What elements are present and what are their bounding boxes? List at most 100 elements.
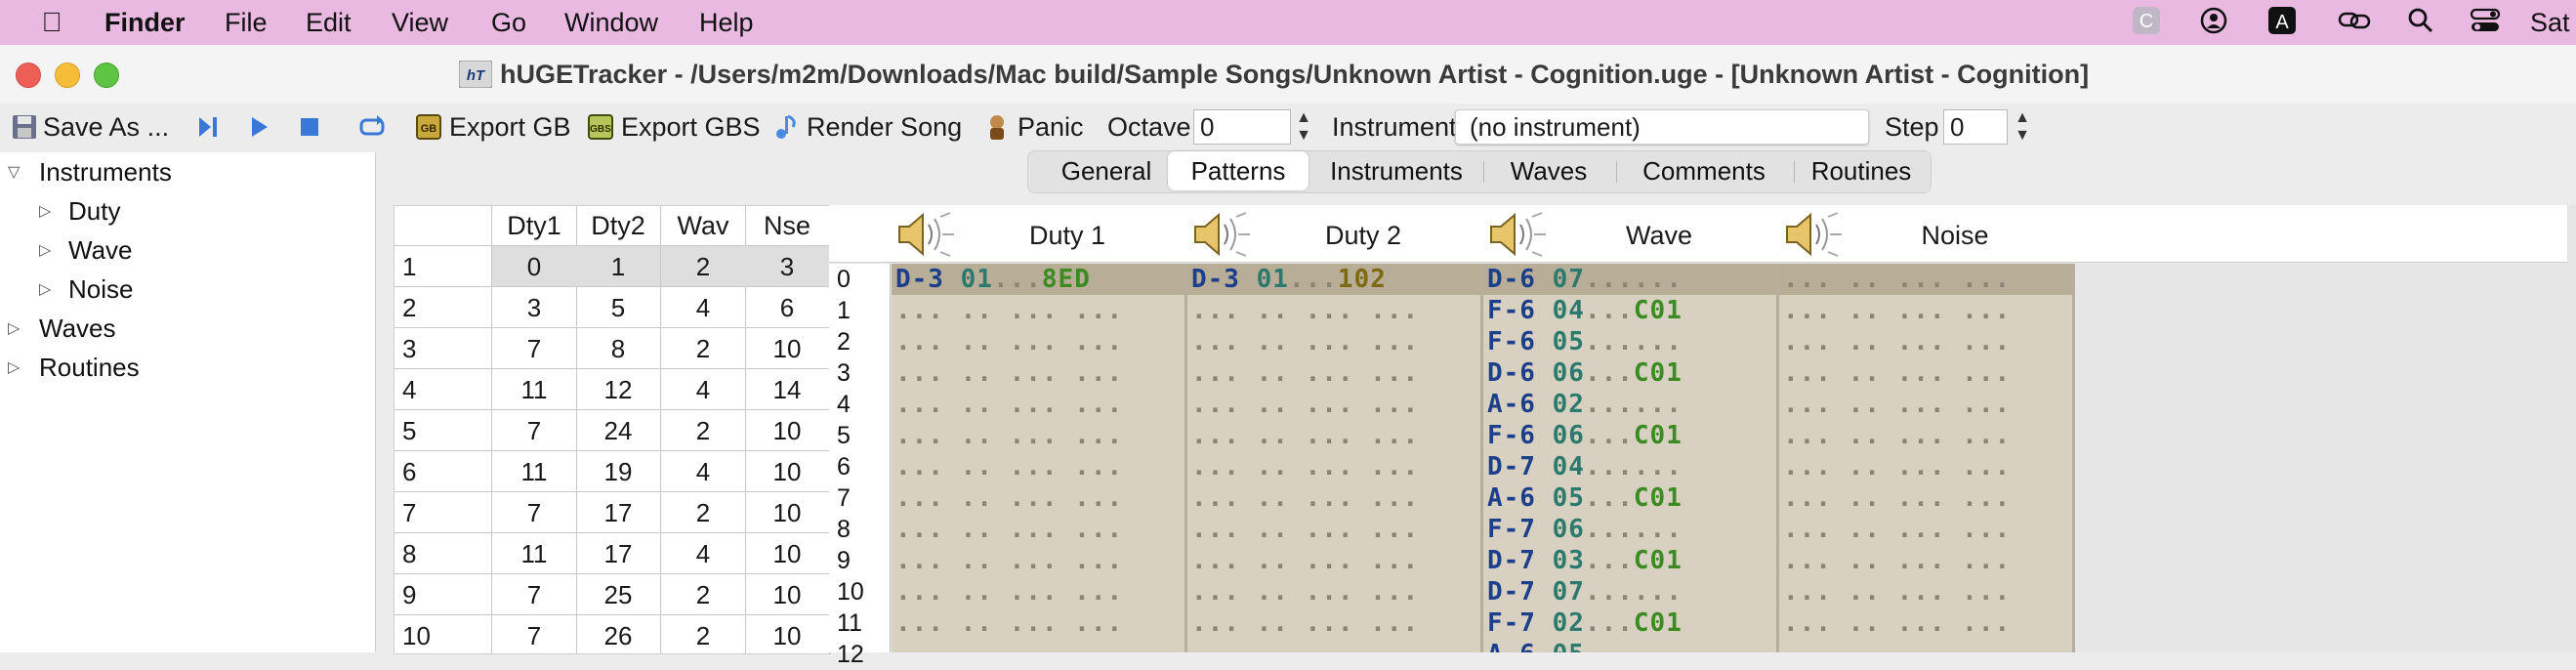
volume-cell[interactable]: ...: [1289, 265, 1338, 294]
stop-icon[interactable]: [295, 112, 324, 142]
collapsed-triangle-icon[interactable]: ▷: [8, 318, 20, 338]
speaker-mute-icon[interactable]: [893, 209, 956, 260]
empty-cell[interactable]: ... .. ... ...: [1191, 327, 1419, 356]
c-app-icon[interactable]: C: [2130, 6, 2163, 39]
collapsed-triangle-icon[interactable]: ▷: [39, 201, 51, 221]
pattern-row[interactable]: F-6 06...C01: [1483, 420, 1776, 451]
volume-cell[interactable]: ...: [1585, 390, 1634, 419]
volume-cell[interactable]: ...: [1585, 608, 1634, 638]
pattern-row[interactable]: D-3 01...102: [1187, 264, 1480, 295]
speaker-mute-icon[interactable]: [1485, 209, 1548, 260]
pattern-row[interactable]: ... .. ... ...: [892, 514, 1184, 545]
volume-cell[interactable]: ...: [993, 265, 1042, 294]
pattern-row[interactable]: ... .. ... ...: [1779, 545, 2072, 576]
volume-cell[interactable]: ...: [1585, 296, 1634, 325]
pattern-row[interactable]: ... .. ... ...: [892, 326, 1184, 357]
pattern-row[interactable]: D-6 06...C01: [1483, 357, 1776, 389]
pattern-row[interactable]: ... .. ... ...: [1779, 264, 2072, 295]
order-cell[interactable]: 0: [492, 246, 577, 287]
order-cell[interactable]: 17: [576, 492, 661, 533]
effect-cell[interactable]: C01: [1634, 483, 1683, 513]
volume-cell[interactable]: ...: [1585, 483, 1634, 513]
order-cell[interactable]: 10: [745, 410, 830, 451]
empty-cell[interactable]: ... .. ... ...: [895, 640, 1123, 652]
pattern-row[interactable]: ... .. ... ...: [892, 451, 1184, 482]
channel-label-noise[interactable]: Noise: [1838, 205, 2072, 262]
empty-cell[interactable]: ... .. ... ...: [1191, 452, 1419, 482]
tree-noise[interactable]: Noise: [68, 273, 133, 305]
empty-cell[interactable]: ... .. ... ...: [895, 296, 1123, 325]
order-cell[interactable]: 24: [576, 410, 661, 451]
pattern-row[interactable]: ... .. ... ...: [1779, 514, 2072, 545]
order-cell[interactable]: 2: [661, 615, 746, 653]
effect-cell[interactable]: C01: [1634, 296, 1683, 325]
note-cell[interactable]: A-6: [1487, 483, 1536, 513]
tree-duty[interactable]: Duty: [68, 195, 120, 227]
empty-cell[interactable]: ... .. ... ...: [1783, 483, 2011, 513]
pattern-row[interactable]: ... .. ... ...: [1779, 326, 2072, 357]
control-center-icon[interactable]: [2469, 6, 2502, 39]
note-cell[interactable]: F-7: [1487, 608, 1536, 638]
pattern-row[interactable]: ... .. ... ...: [1779, 607, 2072, 639]
empty-cell[interactable]: ... .. ... ...: [1191, 390, 1419, 419]
order-cell[interactable]: 10: [745, 615, 830, 653]
note-cell[interactable]: F-7: [1487, 515, 1536, 544]
play-icon[interactable]: [244, 112, 273, 142]
pattern-row[interactable]: ... .. ... ...: [1187, 514, 1480, 545]
order-cell[interactable]: 8: [576, 328, 661, 369]
order-cell[interactable]: 2: [661, 246, 746, 287]
close-window-button[interactable]: [16, 63, 41, 88]
effect-cell[interactable]: C01: [1634, 608, 1683, 638]
empty-cell[interactable]: ... .. ... ...: [1783, 296, 2011, 325]
empty-cell[interactable]: ... .. ... ...: [1191, 296, 1419, 325]
effect-cell[interactable]: ...: [1634, 327, 1683, 356]
order-cell[interactable]: 10: [745, 328, 830, 369]
empty-cell[interactable]: ... .. ... ...: [1783, 515, 2011, 544]
note-cell[interactable]: D-7: [1487, 452, 1536, 482]
channel-label-duty-2[interactable]: Duty 2: [1246, 205, 1480, 262]
effect-cell[interactable]: C01: [1634, 546, 1683, 575]
order-cell[interactable]: 3: [492, 287, 577, 328]
tab-comments[interactable]: Comments: [1620, 151, 1788, 190]
pattern-row[interactable]: ... .. ... ...: [1779, 295, 2072, 326]
channel-label-duty-1[interactable]: Duty 1: [950, 205, 1184, 262]
effect-cell[interactable]: 102: [1338, 265, 1387, 294]
pattern-row[interactable]: ... .. ... ...: [892, 420, 1184, 451]
instrument-cell[interactable]: 05: [1553, 483, 1585, 513]
pattern-row[interactable]: ... .. ... ...: [1187, 326, 1480, 357]
instrument-cell[interactable]: 05: [1553, 640, 1585, 652]
effect-cell[interactable]: C01: [1634, 421, 1683, 450]
pattern-row[interactable]: F-7 02...C01: [1483, 607, 1776, 639]
instrument-cell[interactable]: 07: [1553, 265, 1585, 294]
pattern-row[interactable]: A-6 02......: [1483, 389, 1776, 420]
tree-instruments[interactable]: Instruments: [39, 156, 172, 188]
pattern-row[interactable]: ... .. ... ...: [1187, 295, 1480, 326]
menu-view[interactable]: View: [392, 7, 448, 38]
empty-cell[interactable]: ... .. ... ...: [1191, 483, 1419, 513]
order-cell[interactable]: 10: [745, 574, 830, 615]
volume-cell[interactable]: ...: [1585, 546, 1634, 575]
instrument-cell[interactable]: 05: [1553, 327, 1585, 356]
menu-file[interactable]: File: [225, 7, 268, 38]
empty-cell[interactable]: ... .. ... ...: [1783, 577, 2011, 607]
link-icon[interactable]: [2338, 6, 2371, 39]
pattern-row[interactable]: ... .. ... ...: [1187, 545, 1480, 576]
empty-cell[interactable]: ... .. ... ...: [895, 608, 1123, 638]
pattern-row[interactable]: ... .. ... ...: [1187, 451, 1480, 482]
empty-cell[interactable]: ... .. ... ...: [1783, 421, 2011, 450]
export-gb-button[interactable]: Export GB: [449, 109, 571, 145]
order-cell[interactable]: 1: [576, 246, 661, 287]
volume-cell[interactable]: ...: [1585, 421, 1634, 450]
effect-cell[interactable]: 8ED: [1042, 265, 1091, 294]
collapsed-triangle-icon[interactable]: ▷: [8, 357, 20, 377]
search-icon[interactable]: [2404, 6, 2437, 39]
menu-help[interactable]: Help: [699, 7, 754, 38]
pattern-row[interactable]: ... .. ... ...: [892, 482, 1184, 514]
pattern-row[interactable]: F-6 05......: [1483, 326, 1776, 357]
empty-cell[interactable]: ... .. ... ...: [1191, 546, 1419, 575]
order-cell[interactable]: 3: [745, 246, 830, 287]
order-cell[interactable]: 4: [661, 533, 746, 574]
note-cell[interactable]: A-6: [1487, 640, 1536, 652]
step-input[interactable]: 0: [1943, 109, 2008, 145]
order-cell[interactable]: 4: [661, 369, 746, 410]
